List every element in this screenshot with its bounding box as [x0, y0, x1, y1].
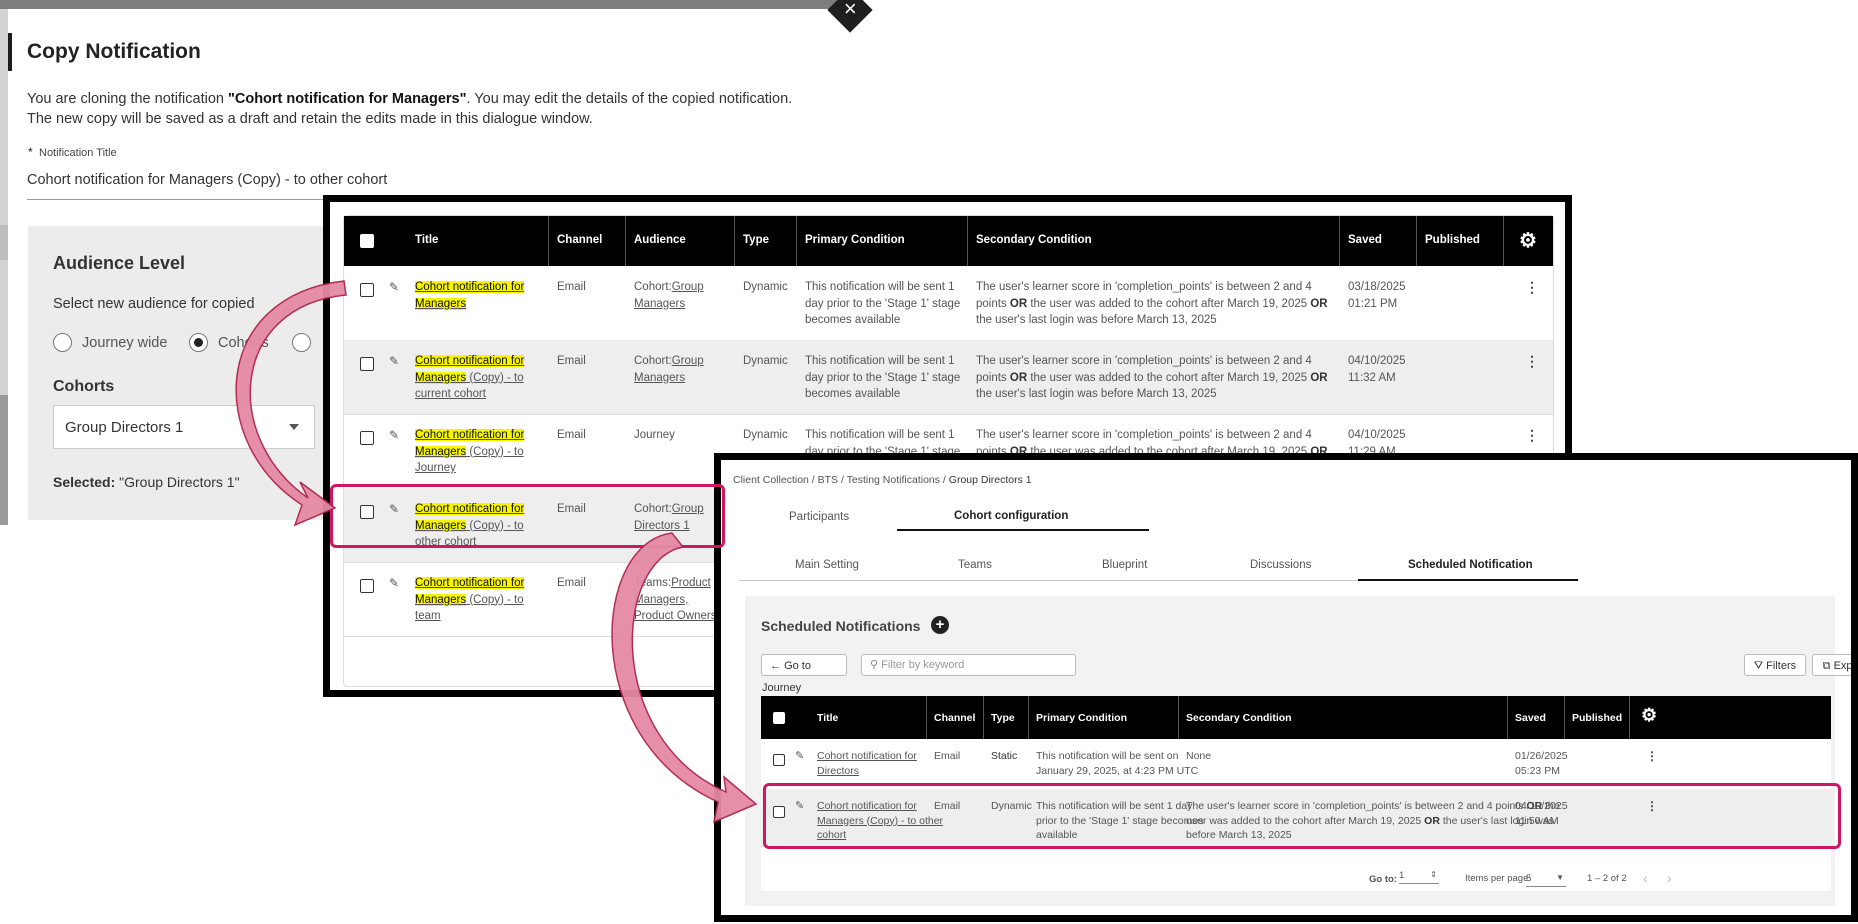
curved-arrow-to-right-panel: [611, 532, 758, 824]
annotation-arrows: [235, 280, 758, 824]
curved-arrow-to-table: [235, 280, 347, 527]
